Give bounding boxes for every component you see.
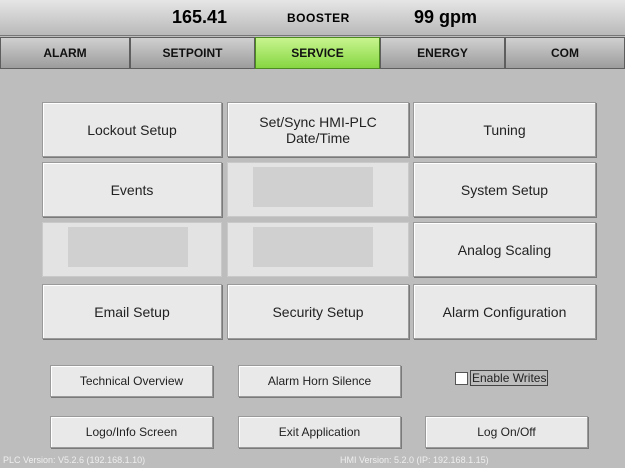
plc-version-text: PLC Version: V5.2.6 (192.168.1.10) xyxy=(3,455,146,465)
status-header: 165.41 BOOSTER 99 gpm xyxy=(0,0,625,36)
exit-application-button[interactable]: Exit Application xyxy=(238,416,401,448)
station-title: BOOSTER xyxy=(287,11,350,25)
pressure-value: 165.41 xyxy=(172,7,228,27)
system-setup-button[interactable]: System Setup xyxy=(413,162,596,217)
tuning-button[interactable]: Tuning xyxy=(413,102,596,157)
enable-writes-checkbox[interactable] xyxy=(455,372,468,385)
blank-button-slot xyxy=(227,222,409,277)
lockout-setup-button[interactable]: Lockout Setup xyxy=(42,102,222,157)
enable-writes-label[interactable]: Enable Writes xyxy=(470,370,549,386)
tab-alarm[interactable]: ALARM xyxy=(0,37,130,69)
logo-info-screen-button[interactable]: Logo/Info Screen xyxy=(50,416,213,448)
tab-service[interactable]: SERVICE xyxy=(255,37,380,69)
alarm-configuration-button[interactable]: Alarm Configuration xyxy=(413,284,596,339)
technical-overview-button[interactable]: Technical Overview xyxy=(50,365,213,397)
events-button[interactable]: Events xyxy=(42,162,222,217)
redacted-area xyxy=(68,227,188,267)
tab-energy[interactable]: ENERGY xyxy=(380,37,505,69)
hmi-version-text: HMI Version: 5.2.0 (IP: 192.168.1.15) xyxy=(340,455,489,465)
log-on-off-button[interactable]: Log On/Off xyxy=(425,416,588,448)
email-setup-button[interactable]: Email Setup xyxy=(42,284,222,339)
security-setup-button[interactable]: Security Setup xyxy=(227,284,409,339)
analog-scaling-button[interactable]: Analog Scaling xyxy=(413,222,596,277)
set-sync-datetime-button[interactable]: Set/Sync HMI-PLC Date/Time xyxy=(227,102,409,157)
tab-setpoint[interactable]: SETPOINT xyxy=(130,37,255,69)
blank-button-slot xyxy=(42,222,222,277)
tab-bar: ALARM SETPOINT SERVICE ENERGY COM xyxy=(0,37,625,71)
tab-com[interactable]: COM xyxy=(505,37,625,69)
alarm-horn-silence-button[interactable]: Alarm Horn Silence xyxy=(238,365,401,397)
redacted-area xyxy=(253,227,373,267)
redacted-area xyxy=(253,167,373,207)
blank-button-slot xyxy=(227,162,409,217)
flow-value: 99 gpm xyxy=(414,7,478,27)
